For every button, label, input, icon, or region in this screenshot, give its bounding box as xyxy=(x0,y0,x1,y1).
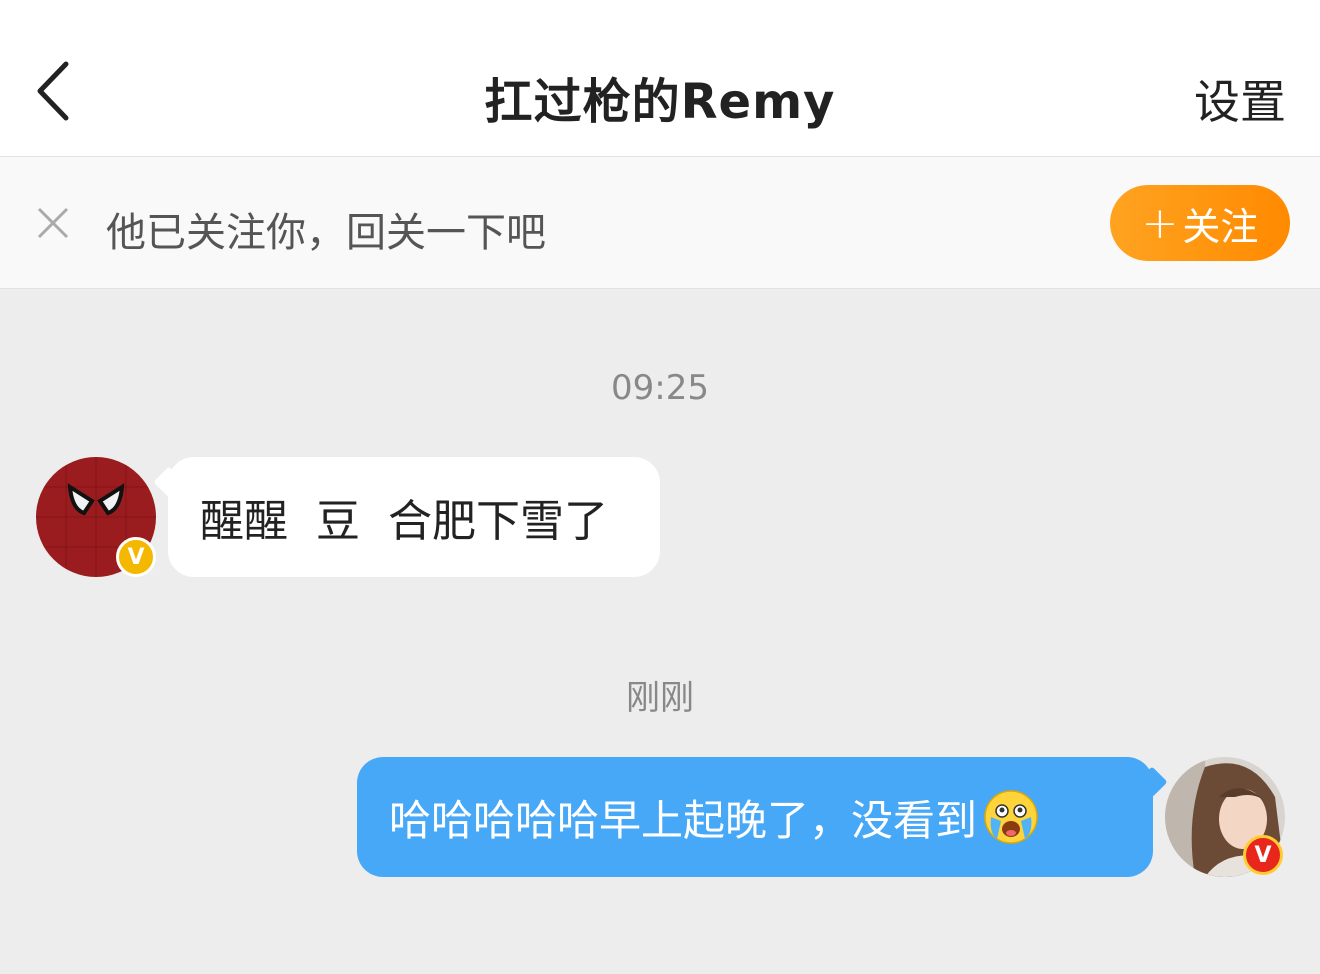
my-avatar[interactable]: V xyxy=(1165,757,1285,877)
page-title: 扛过枪的Remy xyxy=(484,74,836,130)
verified-badge-icon: V xyxy=(1243,835,1283,875)
sent-message-bubble[interactable]: 哈哈哈哈哈早上起晚了，没看到 xyxy=(357,757,1168,877)
message-timestamp: 刚刚 xyxy=(626,678,694,718)
verified-badge-icon: V xyxy=(116,537,156,577)
message-timestamp: 09:25 xyxy=(611,368,709,408)
sent-message-text: 哈哈哈哈哈早上起晚了，没看到 xyxy=(389,795,978,845)
follow-button[interactable]: + 关注 xyxy=(1110,185,1290,261)
plus-icon: + xyxy=(1141,197,1179,249)
follow-back-text: 他已关注你，回关一下吧 xyxy=(106,210,546,256)
crying-laughing-emoji xyxy=(984,790,1038,844)
follow-button-label: 关注 xyxy=(1182,204,1259,249)
nav-header: 扛过枪的Remy 设置 xyxy=(0,0,1320,157)
close-icon xyxy=(37,207,69,239)
sender-avatar[interactable]: V xyxy=(36,457,156,577)
settings-button[interactable]: 设置 xyxy=(1194,66,1286,132)
received-message-bubble[interactable]: 醒醒 豆 合肥下雪了 xyxy=(153,457,660,577)
close-banner-button[interactable] xyxy=(36,206,70,240)
received-message-text: 醒醒 豆 合肥下雪了 xyxy=(200,496,608,547)
